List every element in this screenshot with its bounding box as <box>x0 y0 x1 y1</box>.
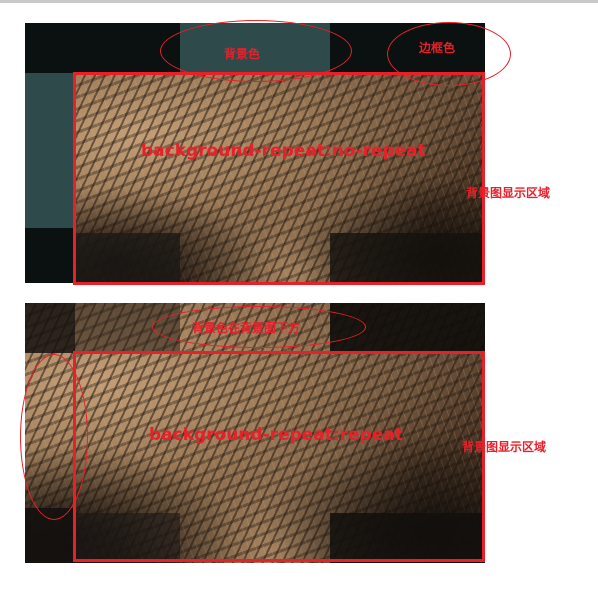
border-area-bottom-left <box>25 228 75 283</box>
tile-corner-top-left <box>25 303 75 353</box>
bg-below-note: 背景色在背景图下方 <box>192 321 301 335</box>
display-area-note-1: 背景图显示区域 <box>466 186 551 200</box>
border-area-top-left <box>25 23 180 73</box>
left-tile-ellipse <box>20 354 88 520</box>
window-top-edge <box>0 0 598 3</box>
bg-color-note: 背景色 <box>224 47 261 61</box>
background-color-area-left <box>25 73 75 228</box>
background-display-area-box-1 <box>73 72 485 285</box>
display-area-note-2: 背景图显示区域 <box>462 440 547 454</box>
repeat-label: background-repeat:repeat <box>149 425 403 445</box>
no-repeat-label: background-repeat:no-repeat <box>141 141 426 161</box>
background-display-area-box-2 <box>73 351 485 562</box>
border-color-note: 边框色 <box>419 41 456 55</box>
